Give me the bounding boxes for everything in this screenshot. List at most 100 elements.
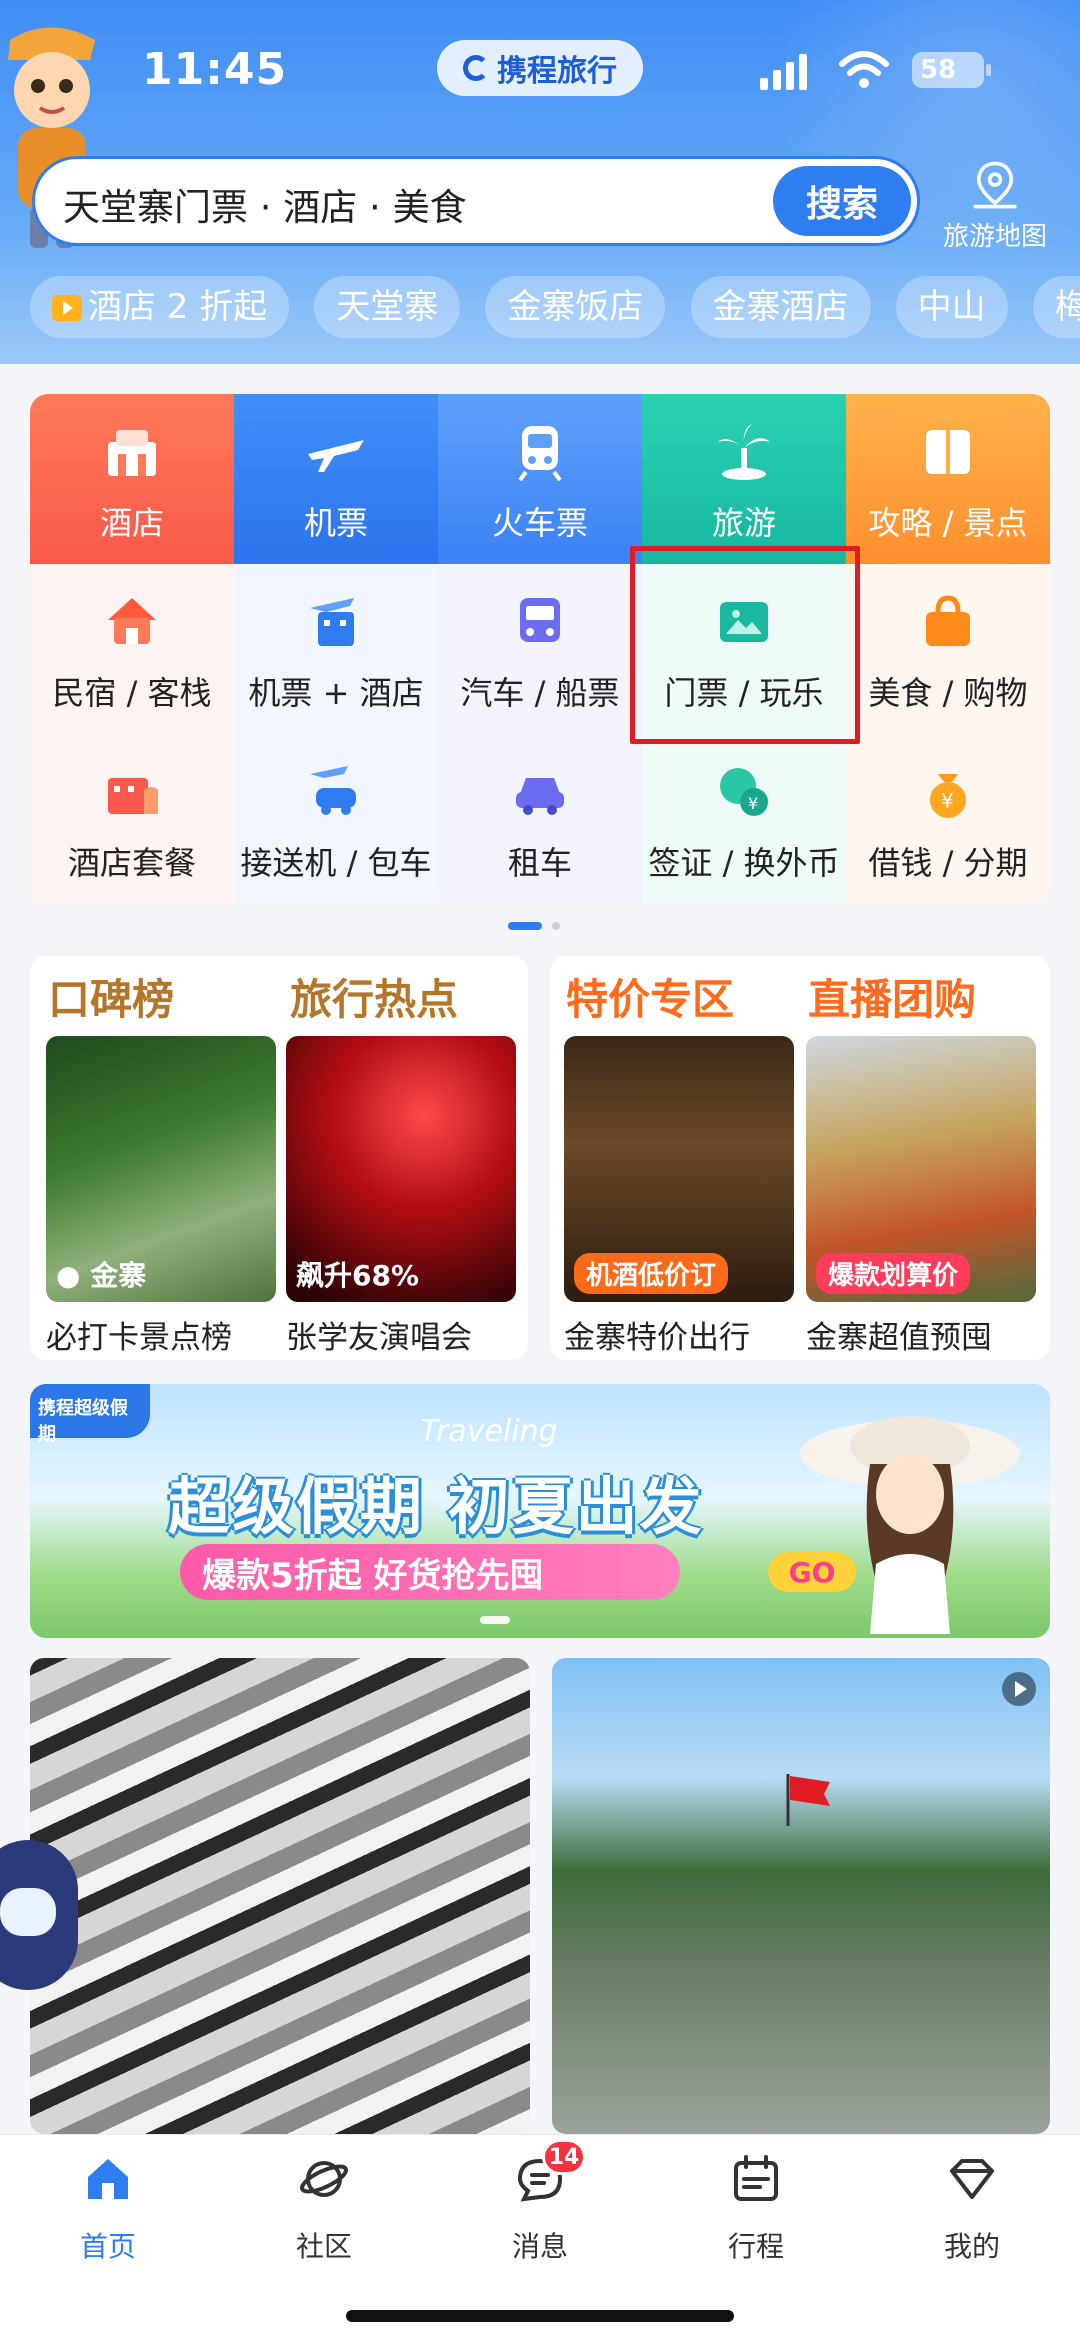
- ranking-title[interactable]: 口碑榜: [48, 966, 174, 1027]
- grid-food-shopping[interactable]: 美食 / 购物: [846, 564, 1050, 734]
- tab-label: 行程: [727, 2230, 784, 2263]
- tab-label: 消息: [511, 2230, 568, 2263]
- hot-tile[interactable]: 飙升68%: [286, 1036, 516, 1302]
- grid-guide[interactable]: 攻略 / 景点: [846, 394, 1050, 564]
- search-input[interactable]: 天堂寨门票 · 酒店 · 美食: [63, 177, 467, 231]
- bus-icon: [520, 598, 560, 642]
- money-bag-icon: ¥: [930, 774, 966, 818]
- grid-homestay[interactable]: 民宿 / 客栈: [30, 564, 234, 734]
- livestream-caption: 金寨超值预囤: [806, 1320, 992, 1356]
- status-bar: 11:45 携程旅行 58: [0, 40, 1080, 110]
- feed-item-jewelry[interactable]: [30, 1658, 530, 2134]
- deals-tile[interactable]: 机酒低价订: [564, 1036, 794, 1302]
- chip-zhongshan[interactable]: 中山: [895, 276, 1008, 338]
- grid-label: 火车票: [491, 504, 588, 542]
- map-pin-icon: [973, 161, 1017, 209]
- flag-icon: [786, 1774, 830, 1826]
- palm-tree-icon: [718, 424, 770, 480]
- tab-messages[interactable]: 14 消息: [480, 2139, 600, 2273]
- grid-transfer-charter[interactable]: 接送机 / 包车: [234, 734, 438, 904]
- grid-label: 酒店: [99, 504, 164, 542]
- grid-flight[interactable]: 机票: [234, 394, 438, 564]
- hotel-icon: [108, 430, 156, 476]
- livestream-tag: 爆款划算价: [816, 1253, 971, 1294]
- banner-subtitle[interactable]: 爆款5折起 好货抢先囤 GO: [180, 1544, 856, 1600]
- airplane-icon: [308, 440, 364, 472]
- assistant-robot-button[interactable]: [0, 1840, 78, 1990]
- tab-label: 首页: [79, 2230, 136, 2263]
- ranking-tile[interactable]: ● 金寨: [46, 1036, 276, 1302]
- wifi-icon: [839, 51, 889, 88]
- status-time: 11:45: [142, 44, 288, 95]
- feed-item-mountain[interactable]: [552, 1658, 1050, 2134]
- grid-hotel-package[interactable]: 酒店套餐: [30, 734, 234, 904]
- grid-train[interactable]: 火车票: [438, 394, 642, 564]
- travel-map-button[interactable]: 旅游地图: [930, 156, 1060, 252]
- grid-car-rental[interactable]: 租车: [438, 734, 642, 904]
- brand-pill[interactable]: 携程旅行: [437, 40, 643, 96]
- grid-tour[interactable]: 旅游: [642, 394, 846, 564]
- tab-itinerary[interactable]: 行程: [696, 2153, 816, 2273]
- chip-jinzhai-hotel[interactable]: 金寨酒店: [690, 276, 871, 338]
- book-icon: [926, 430, 970, 474]
- signal-icon: [760, 54, 807, 90]
- grid-label: 酒店套餐: [67, 844, 196, 882]
- chip-tiantangzhai[interactable]: 天堂寨: [314, 276, 461, 338]
- grid-label: 签证 / 换外币: [648, 844, 840, 882]
- grid-label: 接送机 / 包车: [240, 844, 432, 882]
- banner-title: 超级假期 初夏出发: [168, 1470, 704, 1543]
- grid-visa-exchange[interactable]: ¥ 签证 / 换外币: [642, 734, 846, 904]
- deals-title[interactable]: 特价专区: [566, 966, 734, 1027]
- search-bar[interactable]: 天堂寨门票 · 酒店 · 美食 搜索: [32, 156, 920, 246]
- diamond-icon: [950, 2159, 994, 2199]
- calendar-icon: [734, 2155, 778, 2201]
- svg-text:¥: ¥: [748, 794, 758, 813]
- banner-subtitle-text: 爆款5折起 好货抢先囤: [202, 1555, 544, 1596]
- hot-caption: 张学友演唱会: [286, 1320, 472, 1356]
- house-icon: [108, 598, 156, 644]
- grid-page-indicator: [508, 922, 568, 930]
- ranking-caption: 必打卡景点榜: [46, 1320, 232, 1356]
- banner-logo: 携程超级假期: [30, 1384, 150, 1445]
- deals-caption: 金寨特价出行: [564, 1320, 750, 1356]
- service-grid: 酒店 机票 火车票 旅游 攻略 / 景点 民宿 / 客栈 机票 + 酒店 汽车 …: [30, 394, 1050, 904]
- deal-tag: 机酒低价订: [574, 1253, 729, 1294]
- search-button[interactable]: 搜索: [773, 166, 911, 236]
- train-icon: [518, 426, 562, 482]
- chip-mei[interactable]: 梅: [1032, 276, 1080, 338]
- location-badge: ● 金寨: [56, 1259, 147, 1292]
- planet-icon: [299, 2161, 349, 2197]
- grid-hotel[interactable]: 酒店: [30, 394, 234, 564]
- livestream-tile[interactable]: 爆款划算价: [806, 1036, 1036, 1302]
- tab-profile[interactable]: 我的: [912, 2153, 1032, 2273]
- hot-travel-title[interactable]: 旅行热点: [290, 966, 458, 1027]
- message-count-badge: 14: [542, 2139, 586, 2175]
- grid-label: 机票 + 酒店: [248, 674, 424, 712]
- battery-indicator: 58: [912, 52, 991, 88]
- deals-card: 特价专区 直播团购 机酒低价订 金寨特价出行 爆款划算价 金寨超值预囤: [550, 956, 1050, 1360]
- robot-face-icon: [0, 1888, 56, 1936]
- chip-jinzhai-restaurant[interactable]: 金寨饭店: [485, 276, 666, 338]
- tab-home[interactable]: 首页: [48, 2153, 168, 2273]
- grid-label: 民宿 / 客栈: [52, 674, 212, 712]
- hot-keyword-chips: 酒店 2 折起 天堂寨 金寨饭店 金寨酒店 中山 梅: [30, 276, 1080, 338]
- highlight-box: [630, 546, 860, 744]
- hotel-package-icon: [108, 778, 158, 814]
- grid-label: 汽车 / 船票: [460, 674, 620, 712]
- chip-hotel-deal[interactable]: 酒店 2 折起: [30, 276, 290, 338]
- grid-bus-ferry[interactable]: 汽车 / 船票: [438, 564, 642, 734]
- flight-hotel-icon: [310, 598, 354, 646]
- brand-name: 携程旅行: [497, 54, 617, 89]
- banner-indicator: [480, 1616, 510, 1624]
- banner-script-text: Traveling: [420, 1414, 558, 1449]
- app-root: { "status": {"time": "11:45", "battery":…: [0, 0, 1080, 2341]
- tab-community[interactable]: 社区: [264, 2153, 384, 2273]
- grid-label: 攻略 / 景点: [868, 504, 1028, 542]
- globe-yen-icon: ¥: [720, 768, 768, 816]
- livestream-title[interactable]: 直播团购: [808, 966, 976, 1027]
- shopping-bag-icon: [926, 595, 970, 646]
- grid-flight-hotel[interactable]: 机票 + 酒店: [234, 564, 438, 734]
- promo-banner[interactable]: 携程超级假期 Traveling 超级假期 初夏出发 爆款5折起 好货抢先囤 G…: [30, 1384, 1050, 1638]
- grid-loan-installment[interactable]: ¥ 借钱 / 分期: [846, 734, 1050, 904]
- video-play-icon: [52, 295, 82, 321]
